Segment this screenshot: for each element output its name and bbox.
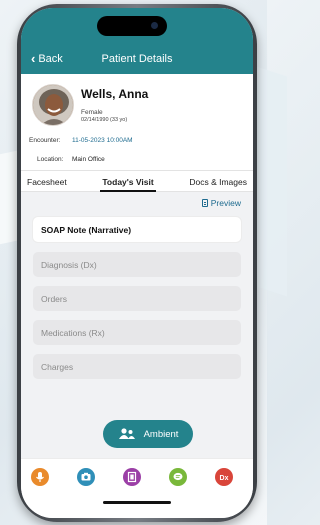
document-icon [201, 199, 208, 207]
location-label: Location: [37, 156, 64, 163]
encounter-date[interactable]: 11-05-2023 10:00AM [72, 137, 133, 144]
section-diagnosis[interactable]: Diagnosis (Dx) [33, 252, 241, 277]
patient-card: Wells, Anna Female 02/14/1990 (33 yo) En… [21, 74, 253, 170]
tab-todays-visit[interactable]: Today's Visit [100, 171, 157, 192]
section-soap-note[interactable]: SOAP Note (Narrative) [33, 217, 241, 242]
patient-dob: 02/14/1990 (33 yo) [81, 117, 128, 123]
prescription-icon[interactable]: Dx [215, 468, 233, 486]
location-value: Main Office [72, 156, 105, 163]
patient-gender: Female [81, 109, 103, 116]
people-icon [118, 428, 136, 440]
section-charges[interactable]: Charges [33, 354, 241, 379]
phone-frame: ‹ Back Patient Details Wells, Anna Femal… [17, 4, 257, 522]
avatar [32, 84, 74, 126]
encounter-label: Encounter: [29, 137, 61, 144]
page-title: Patient Details [101, 53, 173, 65]
microphone-icon[interactable] [31, 468, 49, 486]
front-camera [151, 22, 158, 29]
preview-label: Preview [210, 198, 241, 208]
tab-docs-images[interactable]: Docs & Images [189, 171, 247, 191]
bottom-toolbar: Dx [21, 458, 253, 518]
scan-document-icon[interactable] [123, 468, 141, 486]
chat-icon[interactable] [169, 468, 187, 486]
tab-facesheet[interactable]: Facesheet [27, 171, 67, 191]
ambient-button[interactable]: Ambient [103, 420, 193, 448]
patient-name: Wells, Anna [81, 87, 149, 101]
ambient-label: Ambient [143, 428, 179, 440]
preview-button[interactable]: Preview [201, 198, 241, 208]
home-indicator[interactable] [103, 501, 171, 504]
dynamic-island [97, 16, 167, 36]
visit-tabs: Facesheet Today's Visit Docs & Images [21, 170, 253, 192]
camera-icon[interactable] [77, 468, 95, 486]
section-medications[interactable]: Medications (Rx) [33, 320, 241, 345]
phone-screen: ‹ Back Patient Details Wells, Anna Femal… [21, 8, 253, 518]
prescription-glyph: Dx [220, 475, 229, 482]
section-orders[interactable]: Orders [33, 286, 241, 311]
